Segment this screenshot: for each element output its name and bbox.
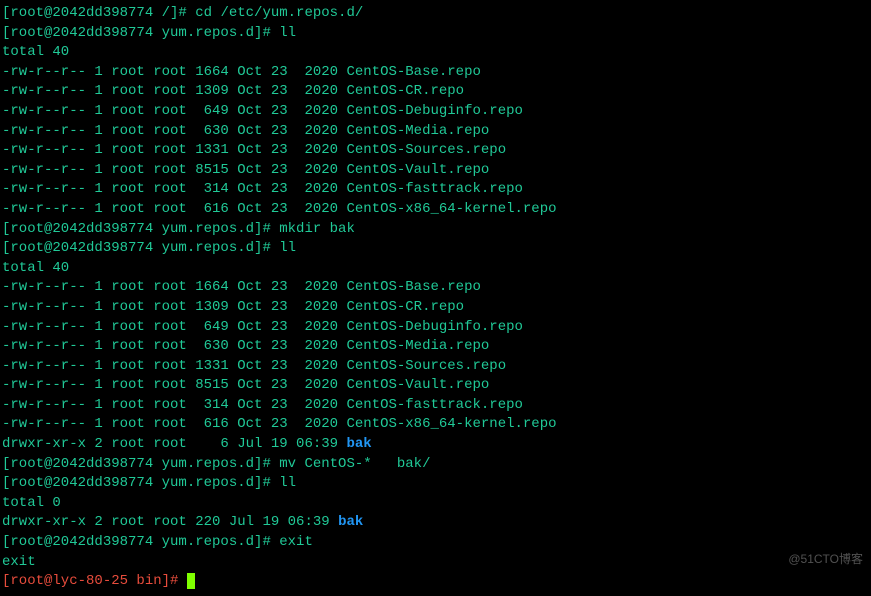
file-row: -rw-r--r-- 1 root root 1664 Oct 23 2020 … (2, 278, 869, 298)
file-name: CentOS-Base.repo (346, 64, 480, 80)
file-name: CentOS-Base.repo (346, 279, 480, 295)
prompt: [root@2042dd398774 yum.repos.d]# (2, 456, 279, 472)
total-line: total 40 (2, 43, 869, 63)
file-row: -rw-r--r-- 1 root root 1309 Oct 23 2020 … (2, 82, 869, 102)
prompt: [root@2042dd398774 /]# (2, 5, 195, 21)
file-name: CentOS-Sources.repo (346, 142, 506, 158)
dir-name: bak (346, 436, 371, 452)
file-row: -rw-r--r-- 1 root root 1331 Oct 23 2020 … (2, 357, 869, 377)
prompt: [root@2042dd398774 yum.repos.d]# (2, 25, 279, 41)
file-name: CentOS-Vault.repo (346, 377, 489, 393)
file-name: CentOS-Debuginfo.repo (346, 319, 522, 335)
file-row: -rw-r--r-- 1 root root 1664 Oct 23 2020 … (2, 63, 869, 83)
file-name: CentOS-CR.repo (346, 83, 464, 99)
command-exit: exit (279, 534, 313, 550)
file-name: CentOS-Media.repo (346, 338, 489, 354)
dir-row: drwxr-xr-x 2 root root 6 Jul 19 06:39 ba… (2, 435, 869, 455)
command-ll: ll (279, 25, 296, 41)
command-mkdir: mkdir bak (279, 221, 355, 237)
prompt-line: [root@2042dd398774 yum.repos.d]# ll (2, 24, 869, 44)
file-row: -rw-r--r-- 1 root root 616 Oct 23 2020 C… (2, 200, 869, 220)
prompt: [root@2042dd398774 yum.repos.d]# (2, 240, 279, 256)
prompt: [root@2042dd398774 yum.repos.d]# (2, 221, 279, 237)
file-name: CentOS-x86_64-kernel.repo (346, 416, 556, 432)
prompt-line: [root@2042dd398774 yum.repos.d]# exit (2, 533, 869, 553)
file-row: -rw-r--r-- 1 root root 8515 Oct 23 2020 … (2, 376, 869, 396)
file-row: -rw-r--r-- 1 root root 8515 Oct 23 2020 … (2, 161, 869, 181)
file-name: CentOS-fasttrack.repo (346, 397, 522, 413)
total-line: total 0 (2, 494, 869, 514)
file-name: CentOS-Debuginfo.repo (346, 103, 522, 119)
prompt: [root@2042dd398774 yum.repos.d]# (2, 475, 279, 491)
command-ll: ll (279, 240, 296, 256)
file-name: CentOS-Vault.repo (346, 162, 489, 178)
prompt-line: [root@2042dd398774 yum.repos.d]# mv Cent… (2, 455, 869, 475)
dir-row: drwxr-xr-x 2 root root 220 Jul 19 06:39 … (2, 513, 869, 533)
command-ll: ll (279, 475, 296, 491)
local-prompt: [root@lyc-80-25 bin]# (2, 573, 187, 589)
file-name: CentOS-Sources.repo (346, 358, 506, 374)
file-name: CentOS-x86_64-kernel.repo (346, 201, 556, 217)
prompt: [root@2042dd398774 yum.repos.d]# (2, 534, 279, 550)
file-row: -rw-r--r-- 1 root root 314 Oct 23 2020 C… (2, 396, 869, 416)
prompt-line: [root@2042dd398774 yum.repos.d]# ll (2, 474, 869, 494)
prompt-line: [root@2042dd398774 /]# cd /etc/yum.repos… (2, 4, 869, 24)
command-mv: mv CentOS-* bak/ (279, 456, 430, 472)
prompt-line: [root@2042dd398774 yum.repos.d]# mkdir b… (2, 220, 869, 240)
dir-name: bak (338, 514, 363, 530)
watermark: @51CTO博客 (788, 551, 863, 568)
file-name: CentOS-CR.repo (346, 299, 464, 315)
terminal-output[interactable]: [root@2042dd398774 /]# cd /etc/yum.repos… (2, 4, 869, 592)
file-row: -rw-r--r-- 1 root root 1331 Oct 23 2020 … (2, 141, 869, 161)
cursor-icon (187, 573, 195, 589)
exit-echo: exit (2, 553, 869, 573)
file-row: -rw-r--r-- 1 root root 616 Oct 23 2020 C… (2, 415, 869, 435)
file-name: CentOS-fasttrack.repo (346, 181, 522, 197)
file-row: -rw-r--r-- 1 root root 649 Oct 23 2020 C… (2, 102, 869, 122)
total-line: total 40 (2, 259, 869, 279)
file-row: -rw-r--r-- 1 root root 649 Oct 23 2020 C… (2, 318, 869, 338)
local-prompt-line: [root@lyc-80-25 bin]# (2, 572, 869, 592)
file-name: CentOS-Media.repo (346, 123, 489, 139)
file-row: -rw-r--r-- 1 root root 314 Oct 23 2020 C… (2, 180, 869, 200)
command-cd: cd /etc/yum.repos.d/ (195, 5, 363, 21)
file-row: -rw-r--r-- 1 root root 630 Oct 23 2020 C… (2, 337, 869, 357)
file-row: -rw-r--r-- 1 root root 630 Oct 23 2020 C… (2, 122, 869, 142)
file-row: -rw-r--r-- 1 root root 1309 Oct 23 2020 … (2, 298, 869, 318)
prompt-line: [root@2042dd398774 yum.repos.d]# ll (2, 239, 869, 259)
